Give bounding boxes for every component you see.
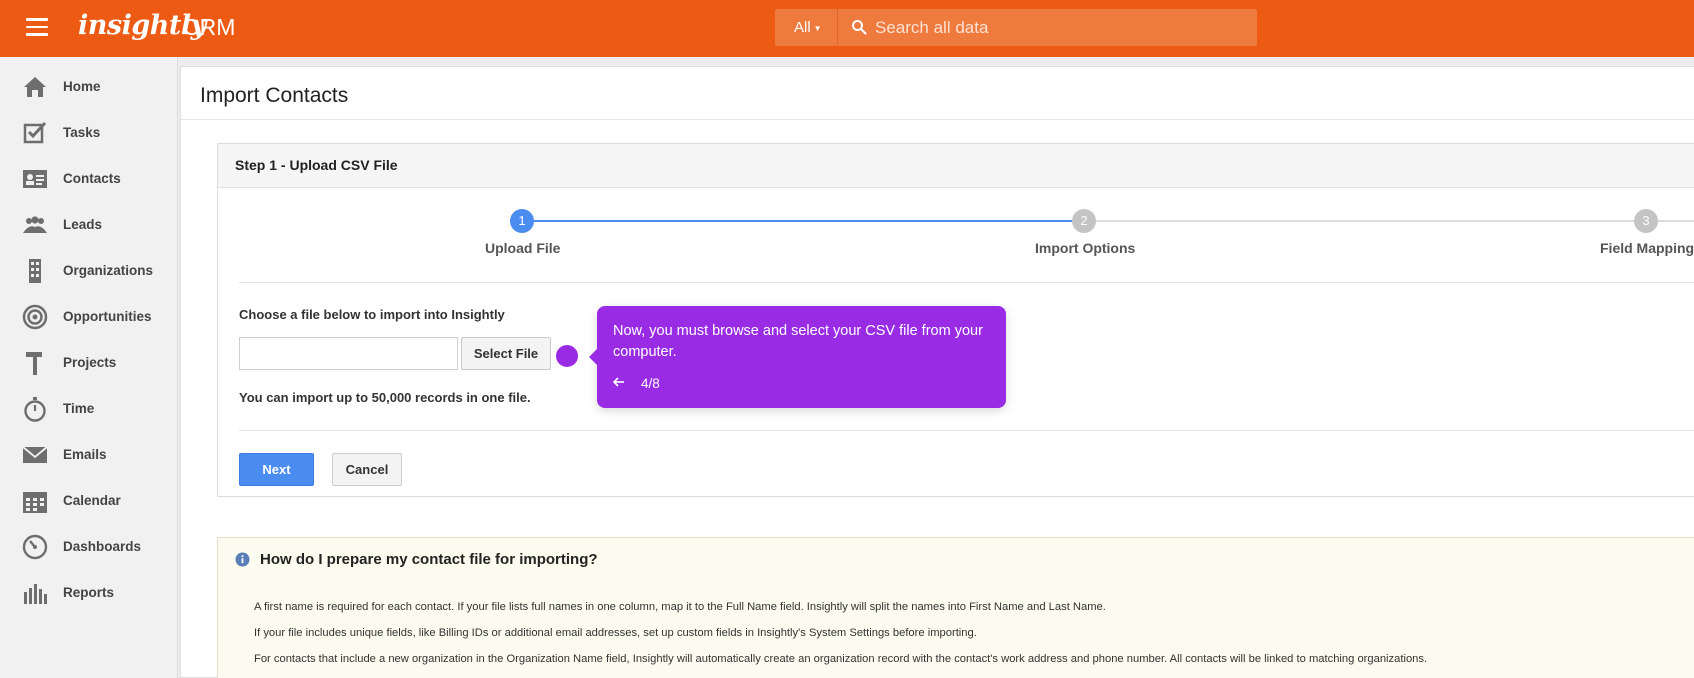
- sidebar-item-label: Organizations: [63, 263, 154, 278]
- sidebar-item-label: Opportunities: [63, 309, 152, 324]
- sidebar: Home Tasks Contacts Leads Organizations …: [0, 57, 178, 678]
- file-path-field[interactable]: [239, 337, 458, 370]
- sidebar-item-emails[interactable]: Emails: [0, 432, 178, 478]
- hamburger-icon[interactable]: [26, 18, 48, 36]
- info-icon: [235, 552, 250, 567]
- sidebar-item-label: Emails: [63, 447, 107, 462]
- sidebar-item-label: Home: [63, 79, 101, 94]
- target-icon: [22, 304, 48, 330]
- hammer-icon: [26, 352, 42, 375]
- home-icon: [24, 77, 46, 97]
- sidebar-item-dashboards[interactable]: Dashboards: [0, 524, 178, 570]
- sidebar-item-tasks[interactable]: Tasks: [0, 110, 178, 156]
- sidebar-item-label: Leads: [63, 217, 103, 232]
- envelope-icon: [22, 446, 48, 463]
- calendar-icon: [23, 492, 47, 513]
- select-file-button[interactable]: Select File: [461, 337, 551, 370]
- help-panel: How do I prepare my contact file for imp…: [217, 537, 1694, 678]
- global-search: All ▼: [775, 9, 1257, 46]
- sidebar-item-calendar[interactable]: Calendar: [0, 478, 178, 524]
- sidebar-item-leads[interactable]: Leads: [0, 202, 178, 248]
- sidebar-item-label: Tasks: [63, 125, 101, 140]
- step-label-2: Import Options: [1035, 240, 1136, 256]
- step-indicator-3: 3: [1634, 209, 1658, 233]
- sidebar-item-label: Reports: [63, 585, 115, 600]
- next-button[interactable]: Next: [239, 453, 314, 486]
- search-scope-dropdown[interactable]: All ▼: [775, 9, 838, 46]
- stopwatch-icon: [24, 397, 46, 422]
- people-icon: [23, 216, 47, 233]
- sidebar-item-label: Projects: [63, 355, 117, 370]
- step-label-1: Upload File: [485, 240, 561, 256]
- sidebar-item-label: Calendar: [63, 493, 121, 508]
- caret-down-icon: ▼: [813, 23, 822, 33]
- tour-tooltip: Now, you must browse and select your CSV…: [589, 306, 1006, 408]
- help-text: For contacts that include a new organiza…: [254, 653, 1428, 665]
- app-label: CRM: [183, 14, 236, 40]
- search-scope-label: All: [794, 19, 811, 36]
- checkbox-icon: [23, 121, 47, 144]
- gauge-icon: [22, 534, 48, 560]
- search-input[interactable]: [875, 9, 1245, 46]
- file-instructions: Choose a file below to import into Insig…: [239, 307, 505, 322]
- step-indicator-2: 2: [1072, 209, 1096, 233]
- divider: [239, 282, 1694, 283]
- tour-progress: 4/8: [641, 376, 660, 391]
- step-label-3: Field Mapping: [1600, 240, 1694, 256]
- step-indicator-1: 1: [510, 209, 534, 233]
- progress-line-complete: [510, 220, 1072, 222]
- sidebar-item-time[interactable]: Time: [0, 386, 178, 432]
- help-text: If your file includes unique fields, lik…: [254, 627, 977, 639]
- sidebar-item-contacts[interactable]: Contacts: [0, 156, 178, 202]
- sidebar-item-reports[interactable]: Reports: [0, 570, 178, 616]
- sidebar-item-organizations[interactable]: Organizations: [0, 248, 178, 294]
- sidebar-item-label: Dashboards: [63, 539, 142, 554]
- tour-hotspot[interactable]: [556, 345, 578, 367]
- top-bar: insightly CRM All ▼: [0, 0, 1694, 57]
- help-text: A first name is required for each contac…: [254, 601, 1106, 613]
- divider: [181, 119, 1694, 120]
- sidebar-item-label: Contacts: [63, 171, 121, 186]
- import-limit-text: You can import up to 50,000 records in o…: [239, 390, 531, 405]
- building-icon: [29, 259, 41, 283]
- page-title: Import Contacts: [200, 84, 349, 107]
- sidebar-item-projects[interactable]: Projects: [0, 340, 178, 386]
- step-title: Step 1 - Upload CSV File: [235, 157, 398, 173]
- tooltip-arrow: [589, 349, 597, 365]
- cancel-button[interactable]: Cancel: [332, 453, 402, 486]
- sidebar-item-home[interactable]: Home: [0, 64, 178, 110]
- contact-card-icon: [23, 170, 47, 188]
- progress-line-pending: [1072, 220, 1694, 222]
- arrow-left-icon[interactable]: [611, 375, 627, 389]
- bar-chart-icon: [24, 584, 47, 604]
- sidebar-item-opportunities[interactable]: Opportunities: [0, 294, 178, 340]
- help-title: How do I prepare my contact file for imp…: [260, 551, 598, 568]
- step-panel-header: Step 1 - Upload CSV File: [218, 144, 1694, 188]
- tooltip-text: Now, you must browse and select your CSV…: [613, 323, 983, 360]
- sidebar-item-label: Time: [63, 401, 95, 416]
- search-icon: [852, 20, 867, 35]
- divider: [239, 430, 1694, 431]
